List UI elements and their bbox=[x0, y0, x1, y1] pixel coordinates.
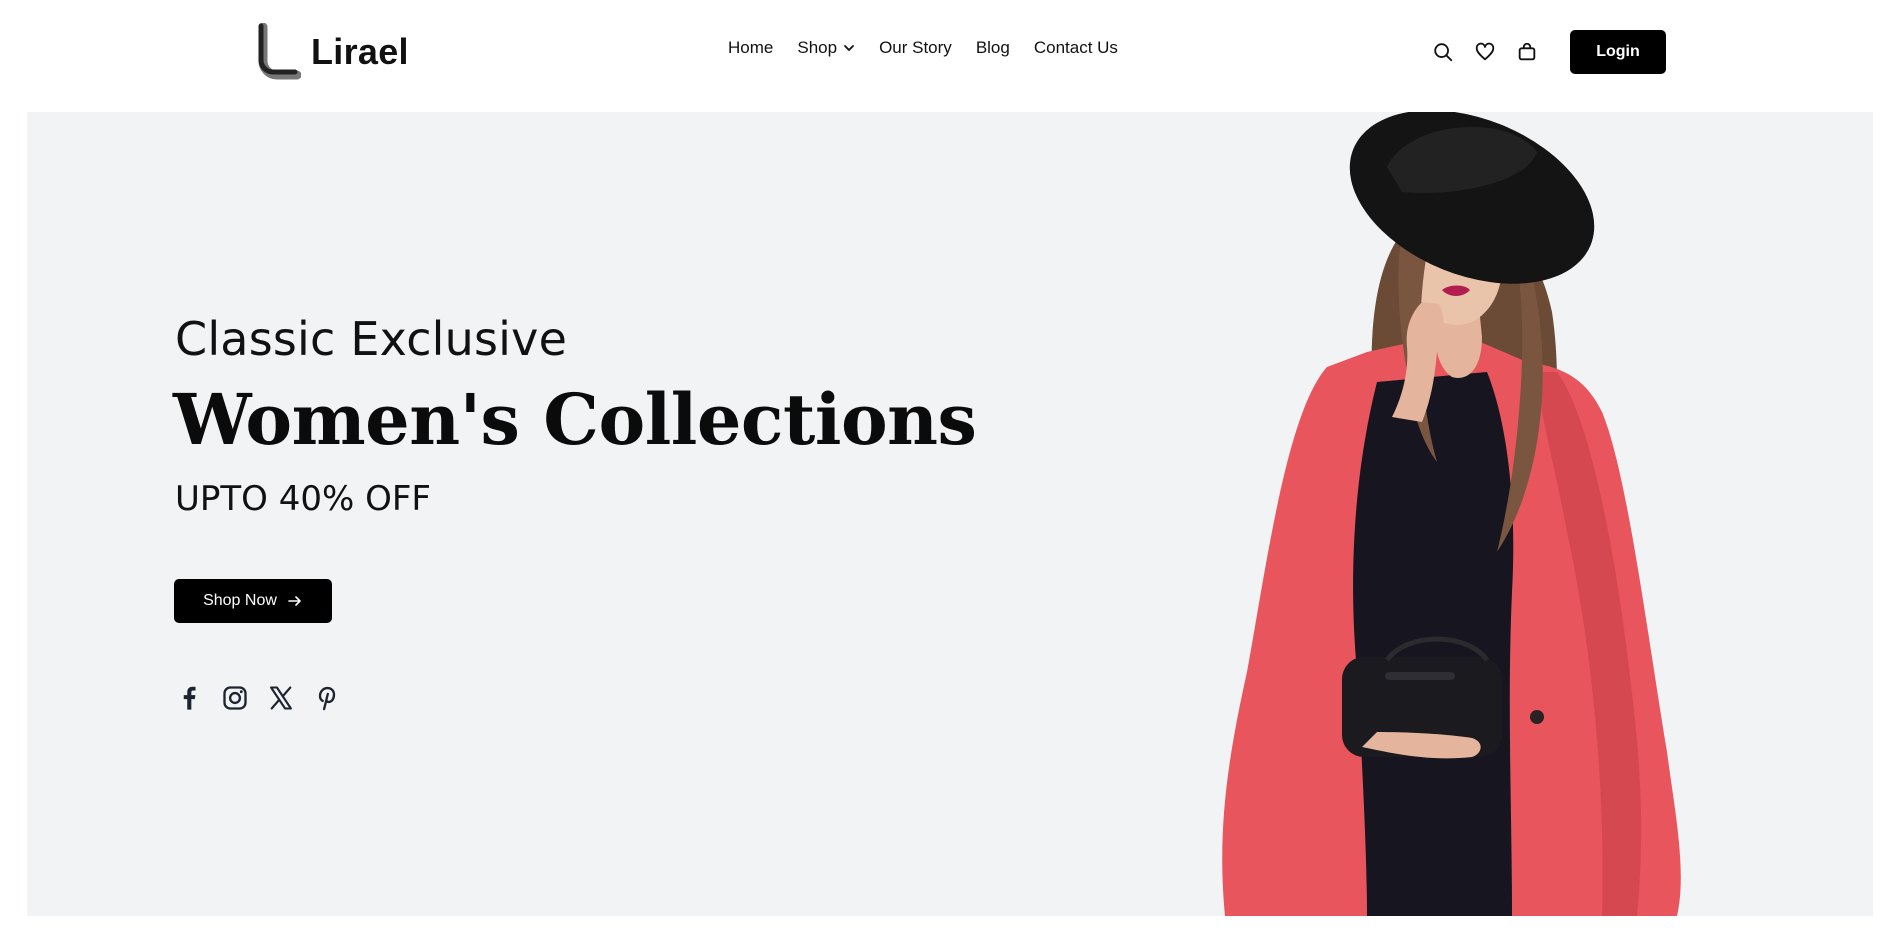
nav-contact-us-label: Contact Us bbox=[1033, 38, 1118, 57]
header-actions: Login bbox=[1428, 30, 1666, 74]
nav-home-label: Home bbox=[728, 38, 774, 57]
nav-blog[interactable]: Blog bbox=[976, 38, 1010, 58]
hero-kicker: Classic Exclusive bbox=[175, 312, 568, 366]
brand-name: Lirael bbox=[311, 31, 409, 72]
main-nav: Home Shop Our Story Blog Contact Us bbox=[728, 38, 1118, 58]
logo-mark-icon bbox=[258, 23, 301, 80]
wishlist-button[interactable] bbox=[1470, 37, 1500, 67]
model-photo bbox=[1222, 112, 1681, 916]
shop-now-button[interactable]: Shop Now bbox=[174, 579, 332, 623]
login-button[interactable]: Login bbox=[1570, 30, 1666, 74]
shop-now-label: Shop Now bbox=[203, 592, 277, 609]
pinterest-icon bbox=[318, 686, 336, 711]
heart-icon bbox=[1475, 42, 1495, 61]
nav-blog-label: Blog bbox=[975, 38, 1010, 57]
hero-banner: Classic Exclusive Women's Collections UP… bbox=[27, 112, 1873, 916]
arrow-right-icon bbox=[288, 596, 301, 606]
search-icon bbox=[1434, 43, 1453, 62]
nav-shop-label: Shop bbox=[797, 38, 838, 57]
hero-offer: UPTO 40% OFF bbox=[175, 479, 431, 519]
site-header: Lirael Home Shop Our Story Blog Contact … bbox=[0, 0, 1900, 112]
facebook-link[interactable] bbox=[175, 684, 203, 712]
nav-shop[interactable]: Shop bbox=[797, 38, 855, 58]
bag-icon bbox=[1518, 42, 1536, 61]
x-link[interactable] bbox=[267, 684, 295, 712]
facebook-icon bbox=[183, 686, 196, 710]
nav-contact-us[interactable]: Contact Us bbox=[1034, 38, 1118, 58]
brand-logo[interactable]: Lirael bbox=[253, 23, 409, 80]
instagram-link[interactable] bbox=[221, 684, 249, 712]
search-button[interactable] bbox=[1428, 37, 1458, 67]
chevron-down-icon bbox=[844, 45, 854, 51]
social-links bbox=[175, 684, 341, 712]
nav-our-story-label: Our Story bbox=[879, 38, 952, 57]
nav-home[interactable]: Home bbox=[728, 38, 773, 58]
cart-button[interactable] bbox=[1512, 37, 1542, 67]
nav-our-story[interactable]: Our Story bbox=[879, 38, 952, 58]
x-icon bbox=[270, 686, 292, 710]
hero-headline: Women's Collections bbox=[173, 378, 977, 461]
instagram-icon bbox=[223, 686, 247, 710]
pinterest-link[interactable] bbox=[313, 684, 341, 712]
